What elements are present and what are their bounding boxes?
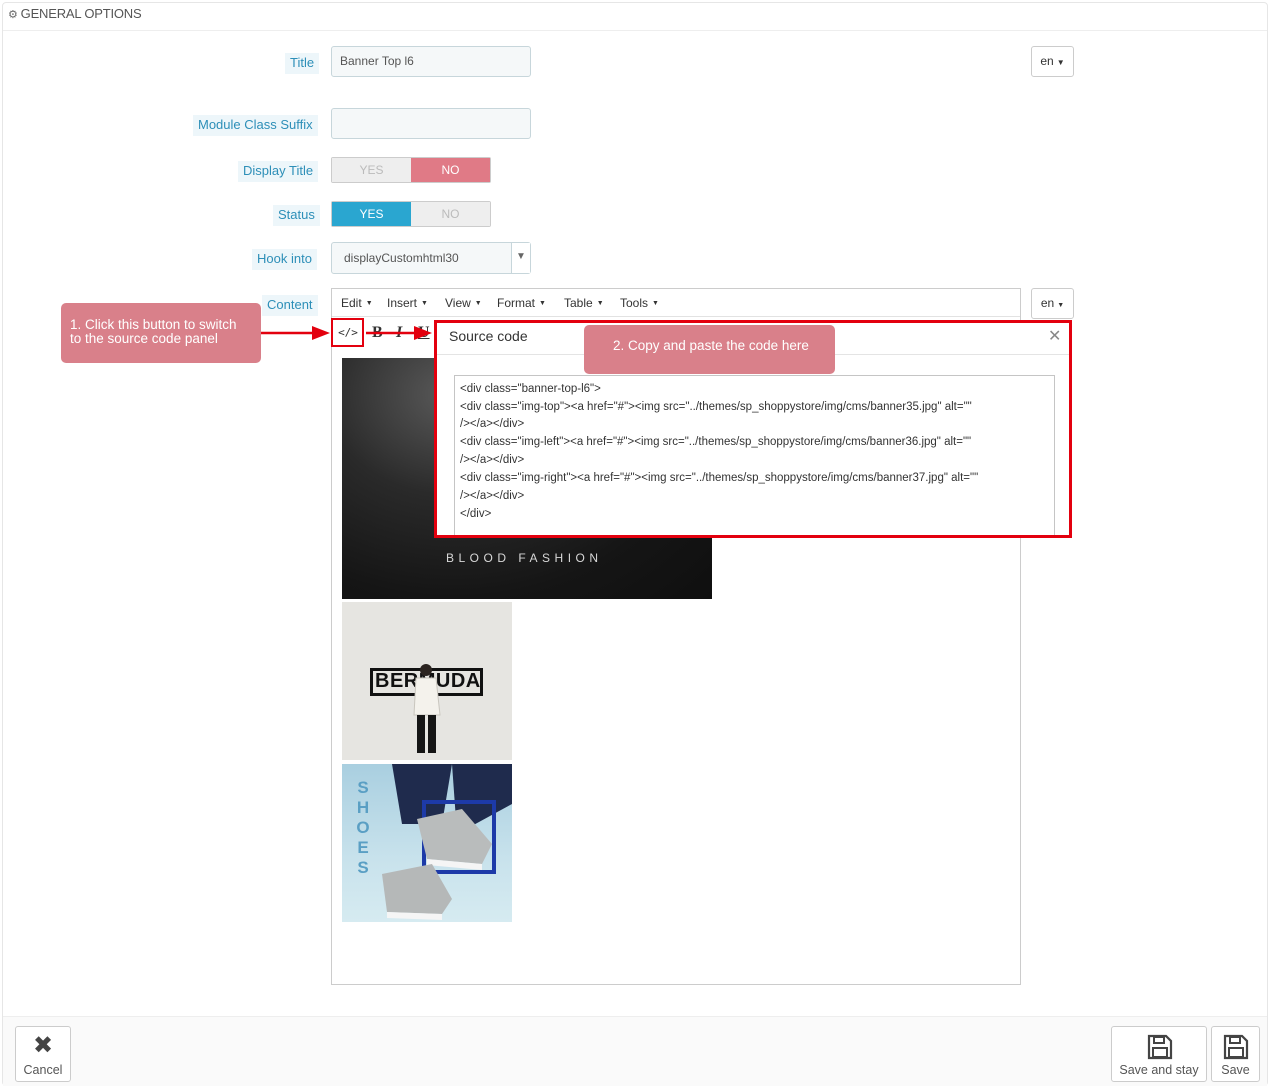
display-title-yes-option[interactable]: YES xyxy=(332,158,411,182)
menu-table[interactable]: Table ▼ xyxy=(564,296,604,310)
title-language-dropdown[interactable]: en ▼ xyxy=(1031,46,1074,77)
save-button[interactable]: Save xyxy=(1211,1026,1260,1082)
caret-down-icon: ▼ xyxy=(1056,58,1065,67)
editor-menubar: Edit ▼ Insert ▼ View ▼ Format ▼ Table ▼ Tools… xyxy=(332,289,1020,317)
module-class-suffix-label: Module Class Suffix xyxy=(193,115,318,136)
caret-down-icon: ▼ xyxy=(365,300,373,307)
shoes-vertical-text: SHOES xyxy=(356,778,370,877)
banner-blood-fashion-text: BLOOD FASHION xyxy=(446,551,603,565)
hook-into-label: Hook into xyxy=(252,249,317,270)
title-label: Title xyxy=(285,53,320,74)
panel-heading xyxy=(3,3,1267,31)
title-input[interactable]: Banner Top l6 xyxy=(331,46,531,77)
content-label: Content xyxy=(262,295,318,316)
italic-icon: I xyxy=(396,324,403,341)
floppy-disk-icon xyxy=(1147,1034,1173,1060)
panel-title: ⚙ GENERAL OPTIONS xyxy=(8,6,142,21)
floppy-disk-icon xyxy=(1223,1034,1249,1060)
caret-down-icon: ▼ xyxy=(421,300,428,307)
status-yes-option[interactable]: YES xyxy=(332,202,411,226)
cancel-button[interactable]: ✖ Cancel xyxy=(15,1026,71,1082)
bold-icon: B xyxy=(372,324,383,341)
menu-tools[interactable]: Tools ▼ xyxy=(620,296,659,310)
underline-icon: U xyxy=(418,324,430,341)
caret-down-icon: ▼ xyxy=(596,300,604,307)
display-title-no-option[interactable]: NO xyxy=(411,158,490,182)
menu-format[interactable]: Format ▼ xyxy=(497,296,546,310)
step2-callout-text: 2. Copy and paste the code here xyxy=(613,338,809,353)
chevron-down-icon: ▼ xyxy=(511,243,530,273)
status-no-option[interactable]: NO xyxy=(411,202,490,226)
display-title-label: Display Title xyxy=(238,161,319,182)
bold-button[interactable]: B xyxy=(372,324,383,342)
status-label: Status xyxy=(273,205,320,226)
underline-button[interactable]: U xyxy=(418,324,430,342)
person-figure xyxy=(413,664,441,753)
caret-down-icon: ▼ xyxy=(539,300,546,307)
source-button-highlight xyxy=(331,318,364,347)
menu-view[interactable]: View ▼ xyxy=(445,296,482,310)
hook-into-select[interactable]: displayCustomhtml30 ▼ xyxy=(331,242,531,274)
caret-down-icon: ▼ xyxy=(474,300,482,307)
menu-insert[interactable]: Insert ▼ xyxy=(387,296,428,310)
menu-edit[interactable]: Edit ▼ xyxy=(341,296,373,310)
status-switch: YES NO xyxy=(331,201,491,227)
italic-button[interactable]: I xyxy=(396,324,402,342)
content-language-dropdown[interactable]: en ▼ xyxy=(1031,288,1074,319)
caret-down-icon: ▼ xyxy=(1057,302,1065,309)
step1-callout-text: 1. Click this button to switch to the so… xyxy=(70,317,237,346)
close-icon: ✖ xyxy=(32,1032,54,1059)
module-class-suffix-input[interactable] xyxy=(331,108,531,139)
display-title-switch: YES NO xyxy=(331,157,491,183)
caret-down-icon: ▼ xyxy=(652,300,659,307)
save-and-stay-button[interactable]: Save and stay xyxy=(1111,1026,1207,1082)
panel-footer xyxy=(3,1016,1267,1086)
cogs-icon: ⚙ xyxy=(8,9,18,21)
